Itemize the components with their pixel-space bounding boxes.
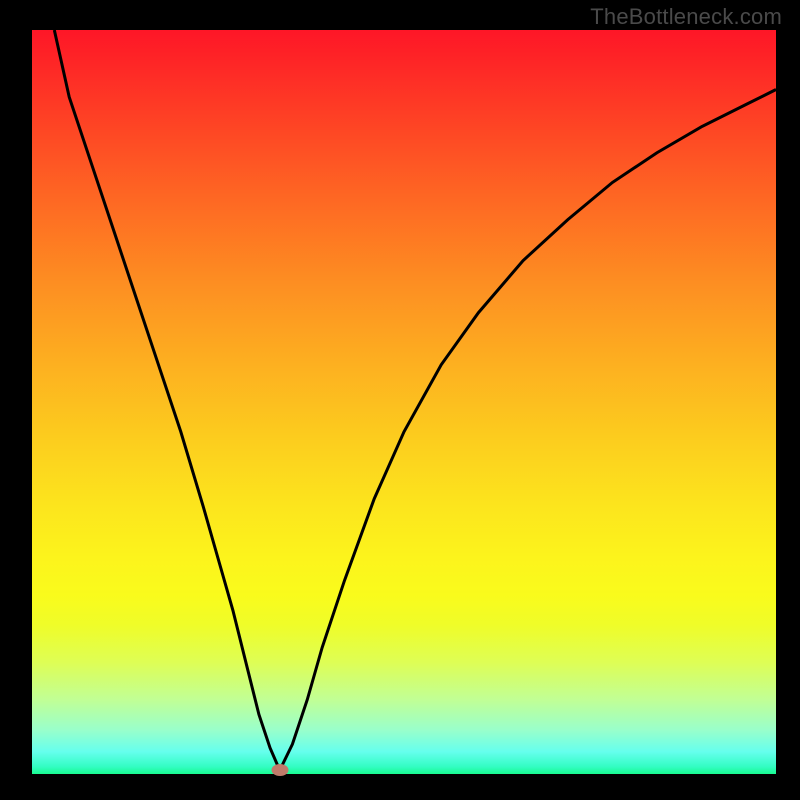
curve-svg [32,30,776,774]
watermark-text: TheBottleneck.com [590,4,782,30]
min-marker [271,764,288,776]
bottleneck-curve [54,30,776,770]
plot-area [32,30,776,774]
chart-frame: TheBottleneck.com [0,0,800,800]
